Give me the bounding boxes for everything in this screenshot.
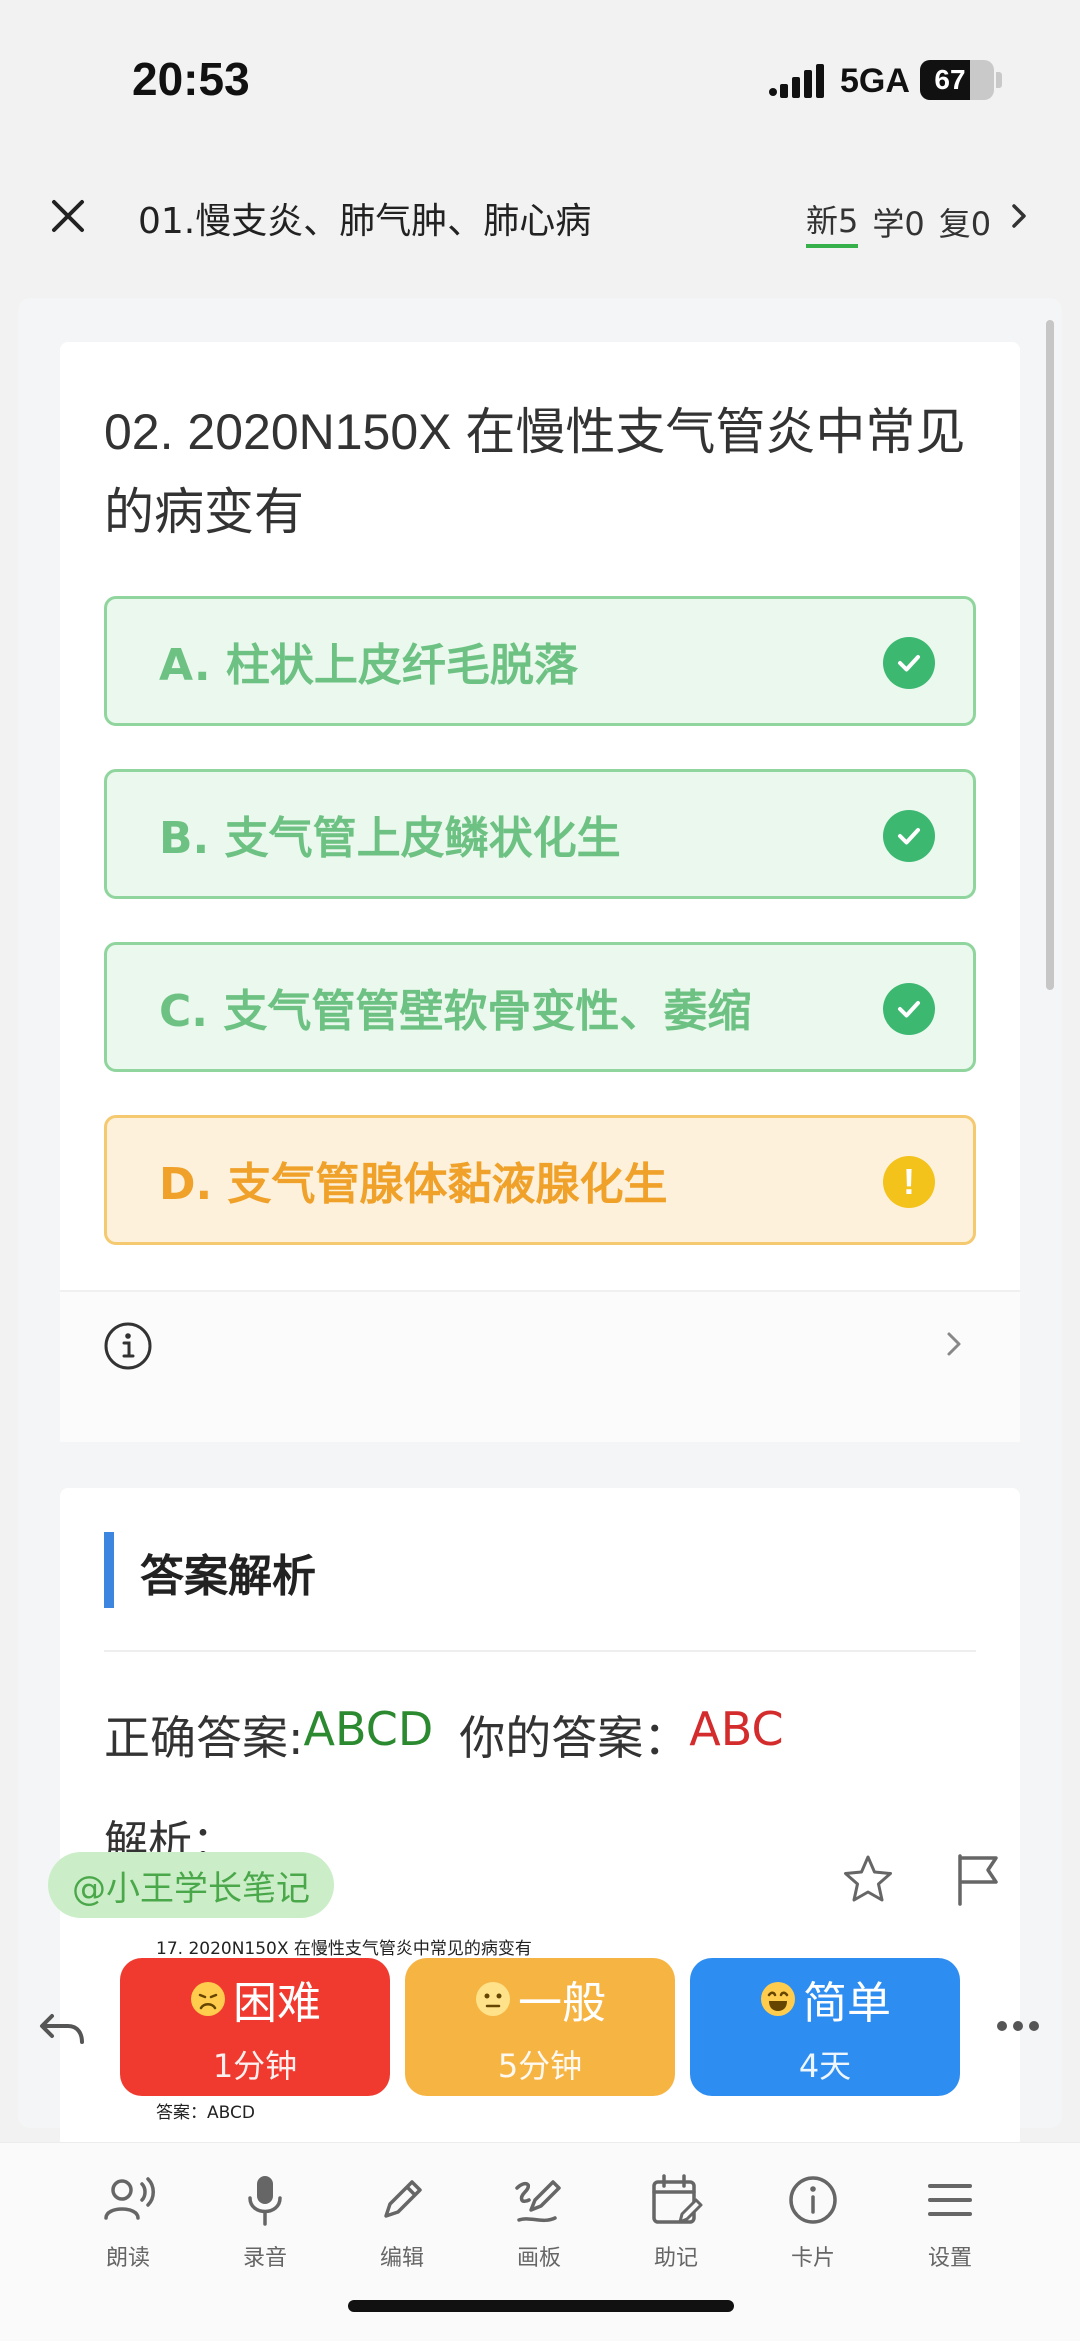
toolbar-label: 卡片: [790, 2246, 835, 2271]
stat-new: 新5: [806, 196, 859, 248]
answer-line: 正确答案: ABCD 你的答案： ABC: [104, 1702, 784, 1768]
toolbar-settings[interactable]: 设置: [900, 2170, 1000, 2272]
undo-icon[interactable]: [36, 2006, 88, 2050]
flag-icon[interactable]: [950, 1850, 1006, 1908]
check-icon: [883, 637, 935, 689]
option-b[interactable]: B. 支气管上皮鳞状化生: [104, 769, 976, 899]
calendar-edit-icon: [652, 2174, 703, 2224]
battery-level: 67: [934, 64, 966, 95]
toolbar-label: 画板: [516, 2246, 561, 2271]
chevron-right-icon[interactable]: [1004, 198, 1034, 234]
study-stats[interactable]: 新5 学0 复0: [806, 196, 991, 248]
toolbar-read-aloud[interactable]: 朗读: [78, 2170, 178, 2272]
read-aloud-icon: [104, 2177, 155, 2220]
toolbar-label: 助记: [653, 2246, 698, 2271]
option-label: A. 柱状上皮纤毛脱落: [159, 640, 578, 691]
divider: [104, 1650, 976, 1652]
toolbar-label: 设置: [927, 2246, 972, 2271]
toolbar-label: 编辑: [379, 2246, 424, 2271]
divider: [60, 1290, 1020, 1292]
status-time: 20:53: [132, 53, 250, 105]
microphone-icon: [248, 2176, 282, 2226]
answer-section-title: 答案解析: [140, 1551, 316, 1602]
option-label: B. 支气管上皮鳞状化生: [159, 813, 621, 864]
toolbar-record[interactable]: 录音: [215, 2170, 315, 2272]
toolbar-card[interactable]: 卡片: [763, 2170, 863, 2272]
stat-review: 复0: [938, 205, 992, 243]
signal-icon: [769, 64, 824, 98]
note-snippet-question: 17. 2020N150X 在慢性支气管炎中常见的病变有: [156, 1939, 532, 1959]
info-icon[interactable]: [102, 1320, 154, 1372]
check-icon: [883, 810, 935, 862]
option-label: C. 支气管管壁软骨变性、萎缩: [159, 986, 752, 1037]
toolbar-label: 朗读: [105, 2246, 150, 2271]
neutral-face-icon: [476, 1982, 510, 2016]
correct-answer-value: ABCD: [303, 1702, 434, 1756]
card-info-row[interactable]: [60, 1292, 1020, 1442]
chevron-right-icon[interactable]: [944, 1326, 966, 1362]
close-icon[interactable]: [44, 192, 92, 240]
rate-hard-interval: 1分钟: [212, 2047, 298, 2085]
option-c[interactable]: C. 支气管管壁软骨变性、萎缩: [104, 942, 976, 1072]
rate-easy-interval: 4天: [798, 2047, 852, 2085]
home-indicator[interactable]: [348, 2300, 734, 2312]
battery-tip: [996, 72, 1002, 88]
scrollbar[interactable]: [1046, 320, 1054, 990]
rate-hard-label: 困难: [233, 1978, 321, 2029]
question-title: 02. 2020N150X 在慢性支气管炎中常见的病变有: [104, 404, 966, 540]
rate-easy-label: 简单: [803, 1978, 891, 2029]
watermark-badge: @小王学长笔记: [48, 1852, 334, 1918]
exclamation-icon: !: [883, 1156, 935, 1208]
rate-easy-button[interactable]: 简单 4天: [690, 1958, 960, 2096]
section-accent-bar: [104, 1532, 114, 1608]
rate-hard-button[interactable]: 困难 1分钟: [120, 1958, 390, 2096]
more-icon[interactable]: [994, 2014, 1042, 2038]
your-answer-label: 你的答案：: [459, 1711, 690, 1765]
toolbar-drawing-board[interactable]: 画板: [489, 2170, 589, 2272]
laughing-face-icon: [761, 1982, 795, 2016]
menu-icon: [928, 2184, 972, 2216]
toolbar-edit[interactable]: 编辑: [352, 2170, 452, 2272]
rate-normal-label: 一般: [518, 1978, 606, 2029]
star-icon[interactable]: [840, 1852, 896, 1908]
option-a[interactable]: A. 柱状上皮纤毛脱落: [104, 596, 976, 726]
battery-indicator: 67: [920, 60, 994, 100]
sad-face-icon: [191, 1982, 225, 2016]
rate-normal-button[interactable]: 一般 5分钟: [405, 1958, 675, 2096]
your-answer-value: ABC: [689, 1702, 784, 1756]
option-label: D. 支气管腺体黏液腺化生: [159, 1159, 668, 1210]
rate-normal-interval: 5分钟: [497, 2047, 583, 2085]
toolbar-mnemonic[interactable]: 助记: [626, 2170, 726, 2272]
toolbar-label: 录音: [242, 2246, 287, 2271]
drawing-board-icon: [515, 2180, 561, 2223]
deck-title: 01.慢支炎、肺气肿、肺心病: [138, 201, 592, 242]
info-icon: [789, 2176, 837, 2224]
pencil-icon: [384, 2180, 422, 2218]
stat-learn: 学0: [872, 205, 925, 243]
correct-answer-label: 正确答案:: [104, 1711, 304, 1765]
note-snippet-answer: 答案：ABCD: [156, 2103, 255, 2123]
check-icon: [883, 983, 935, 1035]
option-d[interactable]: D. 支气管腺体黏液腺化生 !: [104, 1115, 976, 1245]
network-type: 5GA: [840, 62, 910, 100]
